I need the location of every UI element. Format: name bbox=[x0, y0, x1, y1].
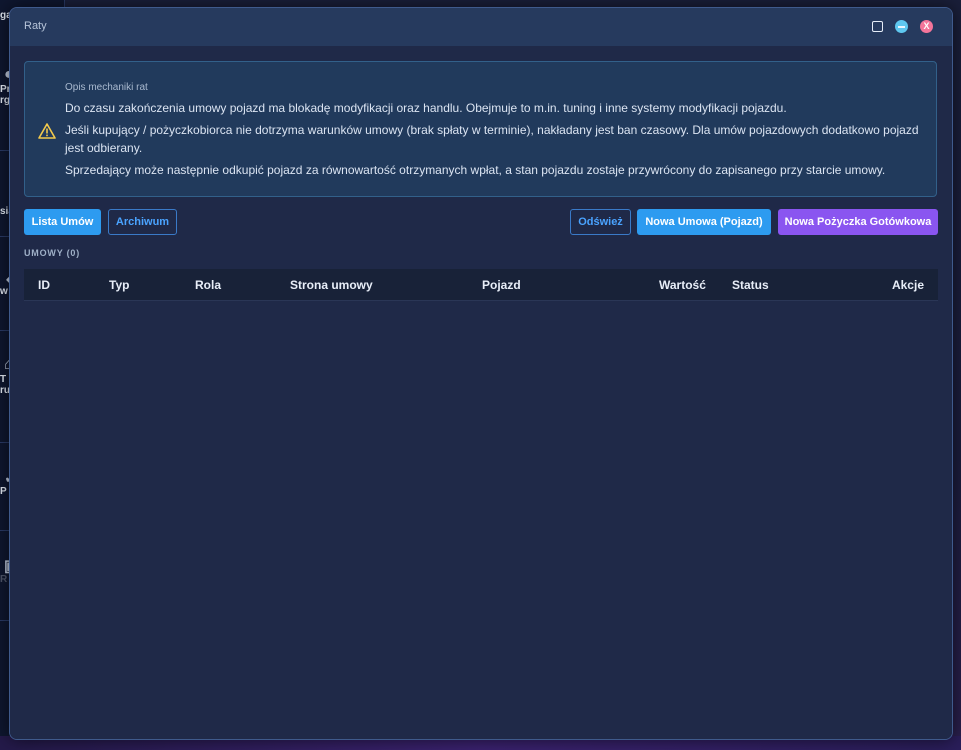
column-header-type[interactable]: Typ bbox=[109, 278, 129, 292]
column-header-actions[interactable]: Akcje bbox=[892, 278, 924, 292]
maximize-icon[interactable] bbox=[872, 21, 883, 32]
info-line: Jeśli kupujący / pożyczkobiorca nie dotr… bbox=[65, 123, 919, 155]
contract-list-tab[interactable]: Lista Umów bbox=[24, 209, 101, 235]
column-header-value[interactable]: Wartość bbox=[659, 278, 706, 292]
info-line: Sprzedający może następnie odkupić pojaz… bbox=[65, 163, 886, 177]
minimize-icon[interactable] bbox=[895, 20, 908, 33]
column-header-id[interactable]: ID bbox=[38, 278, 50, 292]
column-header-vehicle[interactable]: Pojazd bbox=[482, 278, 521, 292]
column-header-status[interactable]: Status bbox=[732, 278, 769, 292]
column-header-role[interactable]: Rola bbox=[195, 278, 221, 292]
column-header-party[interactable]: Strona umowy bbox=[290, 278, 373, 292]
window-title: Raty bbox=[24, 20, 47, 32]
info-panel: Opis mechaniki rat Do czasu zakończenia … bbox=[24, 61, 937, 197]
new-vehicle-contract-button[interactable]: Nowa Umowa (Pojazd) bbox=[637, 209, 771, 235]
close-icon[interactable]: X bbox=[920, 20, 933, 33]
window-titlebar[interactable]: Raty X bbox=[10, 8, 952, 47]
info-title: Opis mechaniki rat bbox=[65, 82, 148, 93]
window-content: Opis mechaniki rat Do czasu zakończenia … bbox=[10, 46, 952, 739]
contracts-count-label: UMOWY (0) bbox=[24, 248, 81, 258]
refresh-button[interactable]: Odśwież bbox=[570, 209, 631, 235]
table-header: ID Typ Rola Strona umowy Pojazd Wartość … bbox=[24, 269, 938, 301]
info-line: Do czasu zakończenia umowy pojazd ma blo… bbox=[65, 101, 787, 115]
new-cash-loan-button[interactable]: Nowa Pożyczka Gotówkowa bbox=[778, 209, 938, 235]
warning-icon bbox=[38, 123, 56, 139]
raty-window: Raty X Opis mechaniki rat Do czasu zakoń… bbox=[9, 7, 953, 740]
archive-tab[interactable]: Archiwum bbox=[108, 209, 177, 235]
